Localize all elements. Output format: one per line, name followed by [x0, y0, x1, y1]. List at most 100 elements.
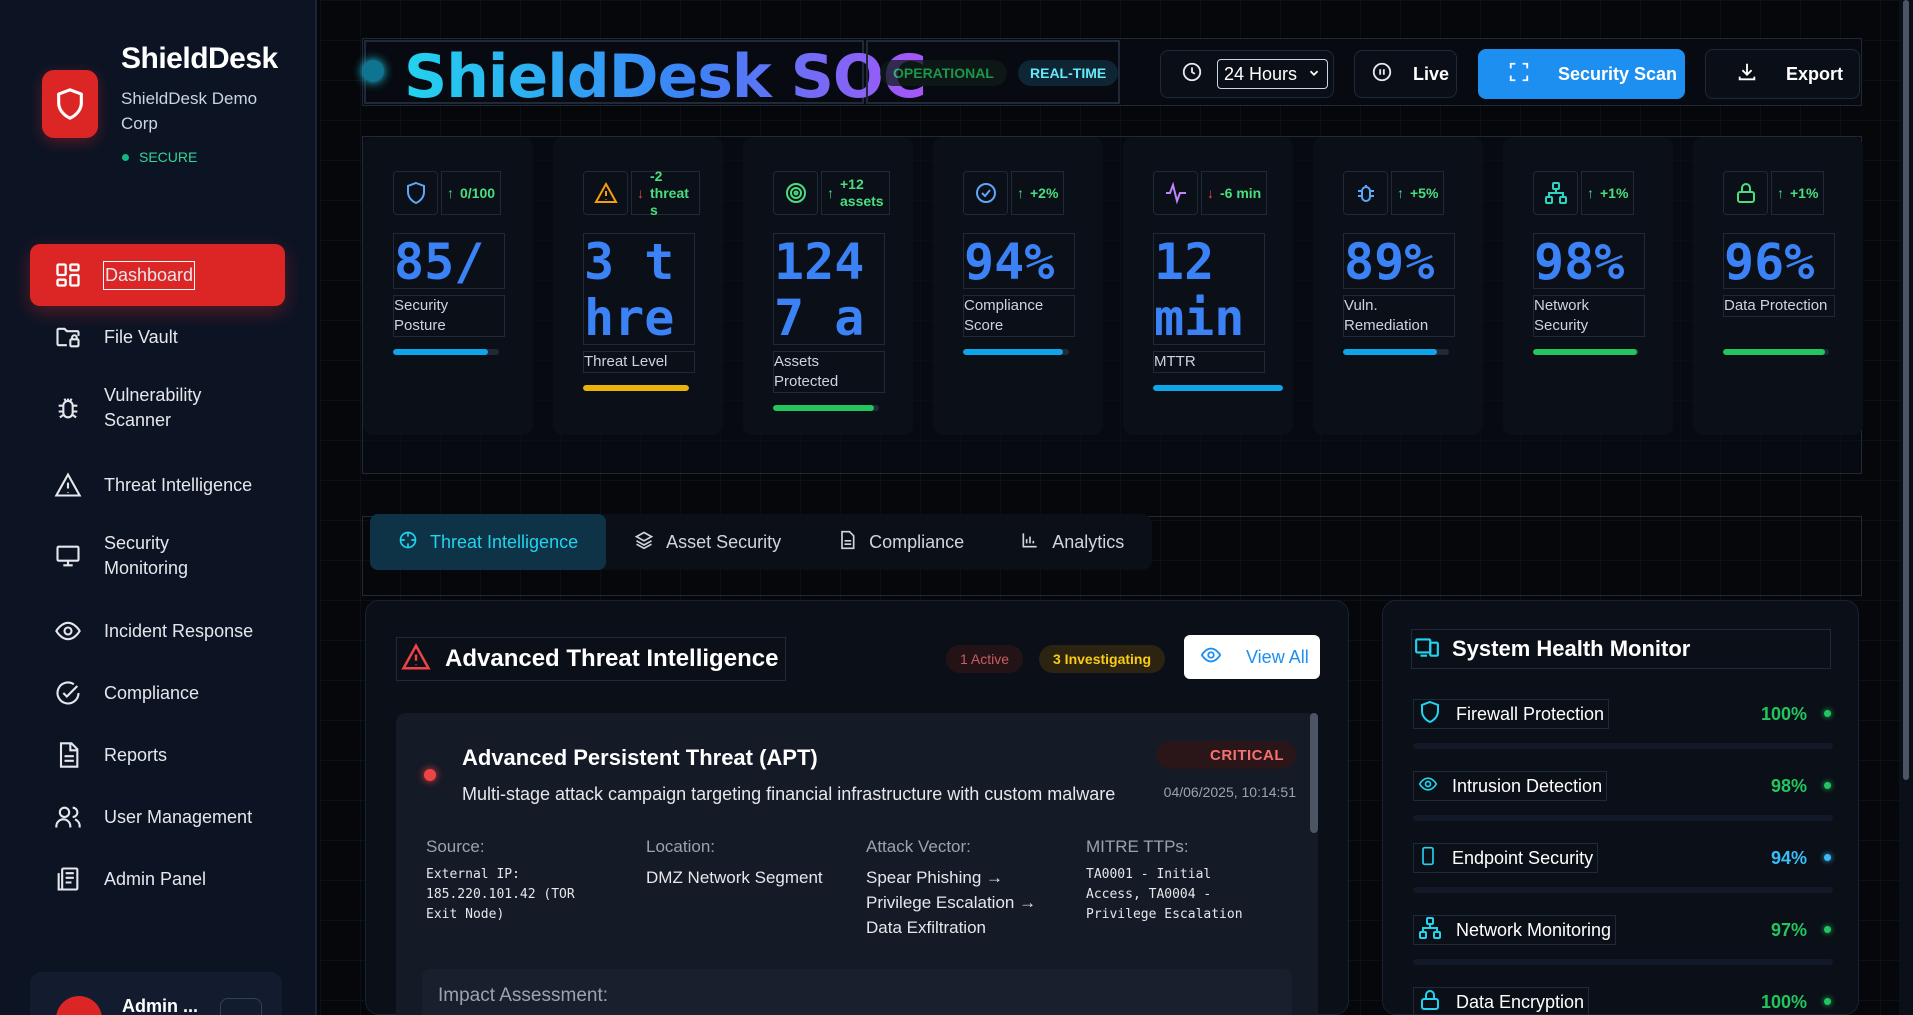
metric-progress-fill: [1343, 349, 1438, 355]
health-row: Intrusion Detection 98%: [1413, 771, 1833, 821]
source-value: External IP: 185.220.101.42 (TOR Exit No…: [426, 867, 575, 922]
metric-value-box: 89%: [1343, 233, 1455, 289]
security-scan-button[interactable]: Security Scan: [1478, 49, 1685, 99]
logout-button[interactable]: [220, 998, 262, 1015]
source-label: Source:: [426, 837, 485, 856]
metric-value: 96%: [1724, 233, 1815, 289]
tab-analytics[interactable]: Analytics: [992, 514, 1152, 570]
health-label: Endpoint Security: [1452, 847, 1594, 868]
metric-progress-bar: [1533, 349, 1639, 355]
sidebar-item-reports[interactable]: Reports: [30, 724, 285, 786]
sidebar-item-vulnerability-scanner[interactable]: Vulnerability Scanner: [30, 368, 285, 448]
panel-header: System Health Monitor: [1411, 629, 1831, 669]
sidebar: ShieldDesk ShieldDesk Demo Corp SECURE D…: [0, 0, 317, 1015]
tab-label: Asset Security: [666, 531, 782, 552]
metric-value-box: 94%: [963, 233, 1075, 289]
tab-threat-intelligence[interactable]: Threat Intelligence: [370, 514, 607, 570]
health-track: [1413, 959, 1833, 965]
sidebar-item-admin-panel[interactable]: Admin Panel: [30, 848, 285, 910]
metric-progress-fill: [1723, 349, 1825, 355]
trend-value: +1%: [1790, 184, 1819, 201]
mitre-value: TA0001 - Initial Access, TA0004 - Privil…: [1086, 867, 1243, 922]
location-value: DMZ Network Segment: [646, 868, 823, 887]
panel-header: Advanced Threat Intelligence: [396, 637, 786, 681]
health-row: Network Monitoring 97%: [1413, 915, 1833, 965]
health-row: Endpoint Security 94%: [1413, 843, 1833, 893]
health-label: Network Monitoring: [1456, 919, 1612, 940]
page-title: ShieldDesk SOC: [404, 42, 927, 112]
metric-progress-bar: [583, 385, 689, 391]
folder-lock-icon: [52, 321, 84, 353]
live-indicator-dot: [362, 60, 384, 82]
metric-value-box: 98%: [1533, 233, 1645, 289]
health-track: [1413, 815, 1833, 821]
trend-value: +2%: [1030, 184, 1059, 201]
trend-value: -6 min: [1220, 184, 1262, 201]
metric-card[interactable]: ↓ -2 threats 3 threats Threat Level: [553, 137, 723, 435]
metric-card[interactable]: ↑ +1% 96% Data Protection: [1693, 137, 1863, 435]
metric-progress-bar: [393, 349, 499, 355]
sidebar-item-label: Reports: [104, 744, 168, 765]
threat-location: Location: DMZ Network Segment: [646, 837, 846, 890]
time-range-select[interactable]: 24 Hours: [1217, 59, 1329, 89]
metric-label: Vuln. Remediation: [1343, 295, 1455, 337]
sidebar-item-compliance[interactable]: Compliance: [30, 662, 285, 724]
scrollbar-thumb[interactable]: [1903, 0, 1909, 780]
export-button[interactable]: Export: [1705, 49, 1860, 99]
metric-progress-bar: [1723, 349, 1829, 355]
metric-card[interactable]: ↑ +2% 94% Compliance Score: [933, 137, 1103, 435]
sidebar-item-user-management[interactable]: User Management: [30, 786, 285, 848]
health-row: Firewall Protection 100%: [1413, 699, 1833, 749]
trend-indicator: ↑ +1%: [1771, 171, 1825, 215]
arrow-up-icon: ↑: [1397, 184, 1404, 201]
view-all-button[interactable]: View All: [1184, 635, 1320, 679]
status-dot: [122, 153, 129, 161]
sidebar-item-incident-response[interactable]: Incident Response: [30, 600, 285, 662]
panel-scrollbar[interactable]: [1310, 713, 1318, 833]
metric-label: Network Security: [1533, 295, 1645, 337]
metric-card[interactable]: ↑ +1% 98% Network Security: [1503, 137, 1673, 435]
sidebar-item-label: Compliance: [104, 682, 200, 703]
health-value: 97%: [1770, 919, 1807, 940]
trend-indicator: ↓ -6 min: [1201, 171, 1268, 215]
metric-progress-fill: [583, 385, 689, 391]
tab-label: Analytics: [1052, 531, 1125, 552]
tab-asset-security[interactable]: Asset Security: [606, 514, 809, 570]
arrow-up-icon: ↑: [1017, 184, 1024, 201]
threat-description: Multi-stage attack campaign targeting fi…: [462, 784, 1116, 804]
trend-value: -2 threats: [650, 167, 689, 218]
sidebar-item-security-monitoring[interactable]: Security Monitoring: [30, 516, 285, 596]
arrow-up-icon: ↑: [1587, 184, 1594, 201]
metric-card[interactable]: ↓ -6 min 12 min MTTR: [1123, 137, 1293, 435]
bug-icon: [52, 392, 84, 424]
sidebar-item-threat-intelligence[interactable]: Threat Intelligence: [30, 454, 285, 516]
page-scrollbar[interactable]: [1899, 0, 1913, 1015]
sidebar-item-dashboard[interactable]: Dashboard: [30, 244, 285, 306]
sidebar-item-file-vault[interactable]: File Vault: [30, 306, 285, 368]
shield-logo-icon: [42, 70, 98, 138]
brand-org: ShieldDesk Demo Corp: [121, 89, 258, 133]
metric-card[interactable]: ↑ 0/100 85/100 Security Posture: [363, 137, 533, 435]
threat-card[interactable]: Advanced Persistent Threat (APT) Multi-s…: [396, 713, 1318, 1015]
sidebar-item-label: Dashboard: [102, 260, 196, 290]
trend-indicator: ↑ +1%: [1581, 171, 1635, 215]
panel-title: Advanced Threat Intelligence: [445, 645, 779, 672]
metric-card[interactable]: ↑ +5% 89% Vuln. Remediation: [1313, 137, 1483, 435]
health-label: Intrusion Detection: [1452, 775, 1603, 796]
metric-progress-bar: [773, 405, 879, 411]
metric-card[interactable]: ↑ +12 assets 1247 assets Assets Protecte…: [743, 137, 913, 435]
status-badge-operational: OPERATIONAL: [880, 60, 1007, 86]
file-icon: [52, 739, 84, 771]
tab-bar: Threat Intelligence Asset Security Compl…: [370, 514, 1153, 570]
health-label: Firewall Protection: [1456, 703, 1605, 724]
metric-value-box: 85/100: [393, 233, 505, 289]
tab-compliance[interactable]: Compliance: [809, 514, 992, 570]
trend-indicator: ↓ -2 threats: [631, 168, 700, 218]
sidebar-item-label: File Vault: [104, 326, 178, 347]
metric-label: Compliance Score: [963, 295, 1075, 337]
live-toggle-button[interactable]: Live: [1354, 50, 1457, 98]
metric-value-box: 96%: [1723, 233, 1835, 289]
health-label-box: Firewall Protection: [1413, 699, 1610, 729]
trend-indicator: ↑ 0/100: [441, 171, 502, 215]
user-card[interactable]: Admin ...: [30, 972, 282, 1015]
